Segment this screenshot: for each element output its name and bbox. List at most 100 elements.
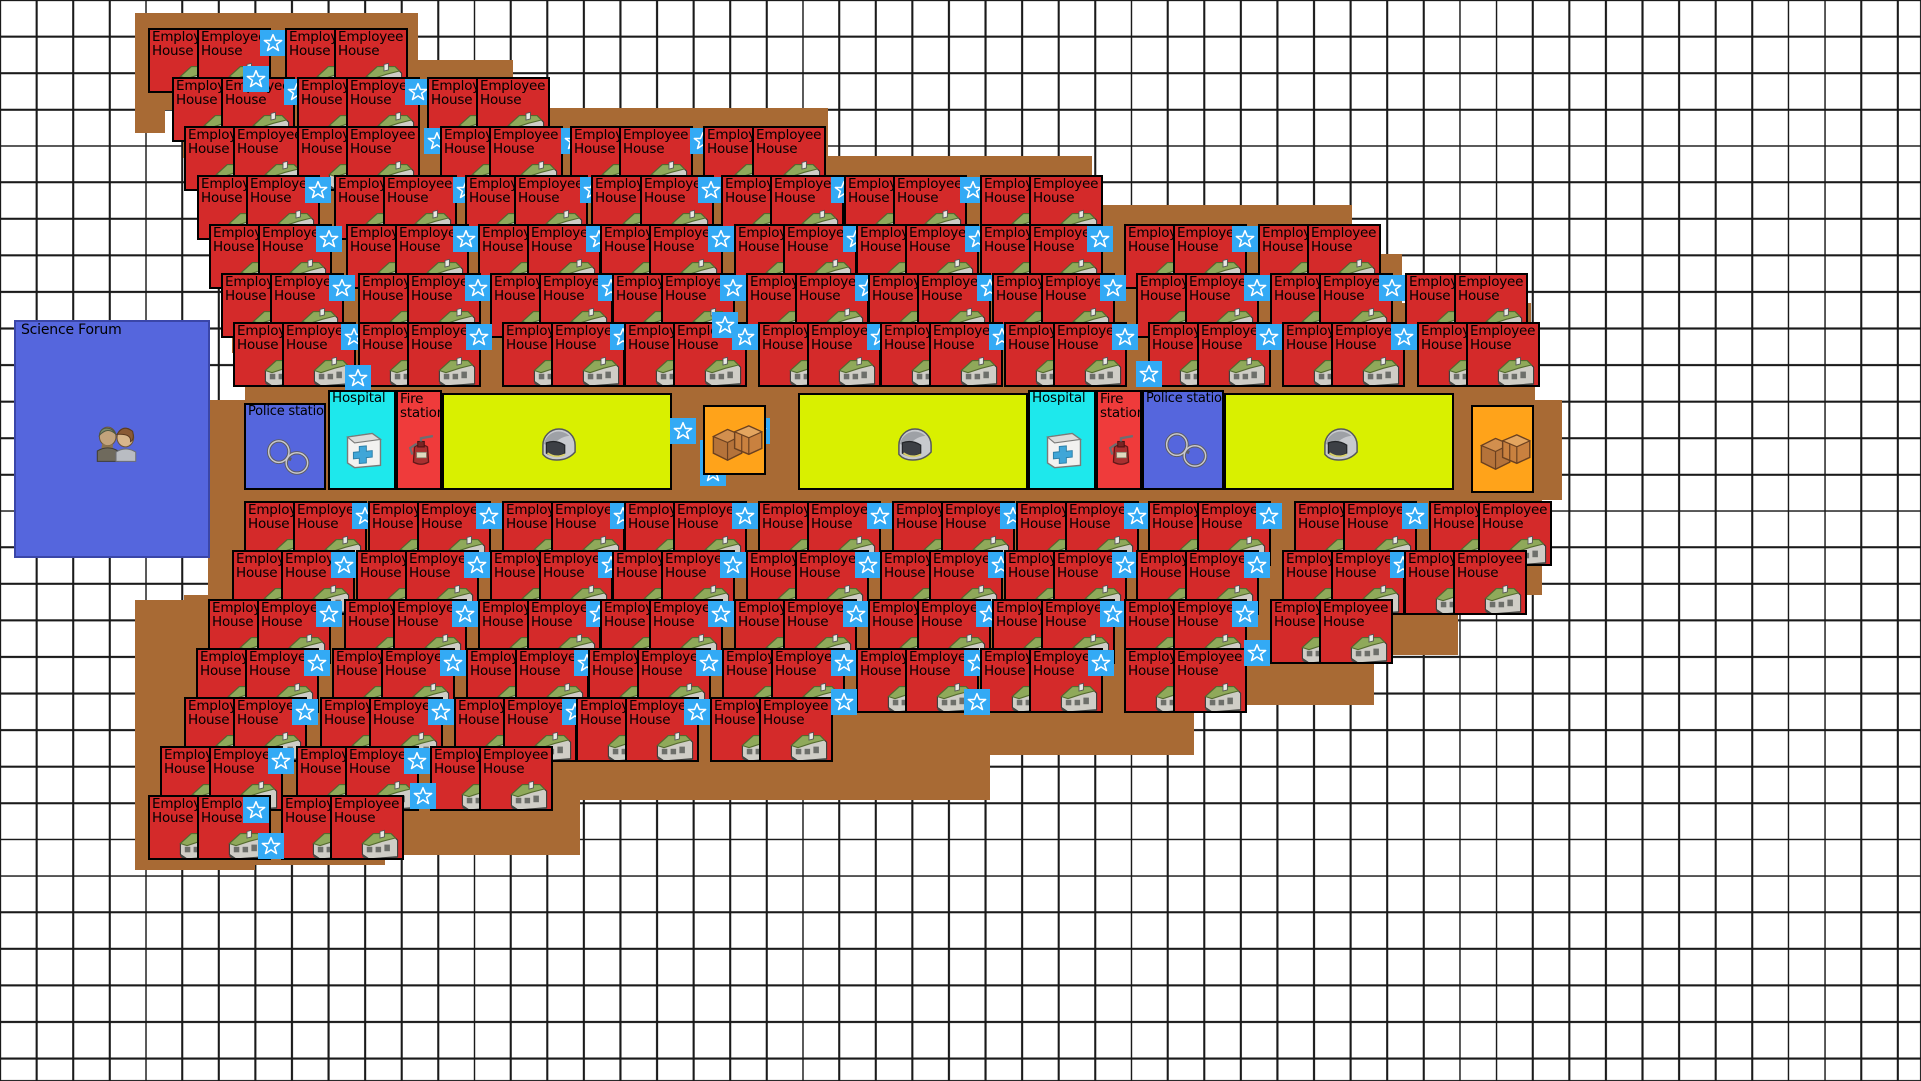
game-map[interactable]: Science Forum Employee House Employee Ho… — [0, 0, 1921, 1081]
star-badge[interactable] — [464, 552, 490, 578]
star-badge[interactable] — [708, 601, 734, 627]
star-badge[interactable] — [305, 177, 331, 203]
house-icon — [1081, 355, 1125, 385]
house-icon — [1201, 681, 1245, 711]
star-badge[interactable] — [329, 275, 355, 301]
star-icon — [846, 604, 866, 623]
star-badge[interactable] — [243, 797, 269, 823]
building-employee-house[interactable]: Employee House — [759, 697, 833, 762]
building-employee-house[interactable]: Employee House — [1453, 550, 1527, 615]
building-police-station[interactable]: Police station — [244, 403, 326, 490]
star-badge[interactable] — [316, 226, 342, 252]
star-badge[interactable] — [268, 748, 294, 774]
star-badge[interactable] — [1256, 503, 1282, 529]
star-badge[interactable] — [1100, 275, 1126, 301]
star-badge[interactable] — [1136, 361, 1162, 387]
star-badge[interactable] — [428, 699, 454, 725]
star-badge[interactable] — [1244, 640, 1270, 666]
star-icon — [246, 800, 266, 819]
building-science-forum[interactable]: Science Forum — [14, 320, 210, 558]
building-warehouse[interactable] — [703, 405, 766, 475]
star-badge[interactable] — [855, 552, 881, 578]
building-employee-house[interactable]: Employee House — [1173, 648, 1247, 713]
star-badge[interactable] — [466, 324, 492, 350]
building-label: Employee House — [1177, 649, 1243, 679]
star-badge[interactable] — [452, 601, 478, 627]
helmet-icon — [1318, 422, 1364, 469]
star-icon — [271, 751, 291, 770]
star-icon — [711, 229, 731, 248]
star-badge[interactable] — [1232, 601, 1258, 627]
star-badge[interactable] — [708, 226, 734, 252]
star-badge[interactable] — [1100, 601, 1126, 627]
star-icon — [1090, 229, 1110, 248]
star-badge[interactable] — [1244, 275, 1270, 301]
star-icon — [413, 786, 433, 805]
star-badge[interactable] — [1256, 324, 1282, 350]
building-fire-station[interactable]: Fire station — [396, 390, 442, 490]
star-badge[interactable] — [831, 650, 857, 676]
star-badge[interactable] — [720, 275, 746, 301]
building-road[interactable] — [1224, 393, 1454, 490]
star-icon — [687, 702, 707, 721]
building-label: Fire station — [400, 391, 442, 421]
star-badge[interactable] — [476, 503, 502, 529]
star-badge[interactable] — [404, 748, 430, 774]
star-badge[interactable] — [670, 418, 696, 444]
star-badge[interactable] — [258, 833, 284, 859]
star-badge[interactable] — [1232, 226, 1258, 252]
building-employee-house[interactable]: Employee House — [330, 795, 404, 860]
star-icon — [467, 555, 487, 574]
star-badge[interactable] — [316, 601, 342, 627]
star-badge[interactable] — [1112, 552, 1138, 578]
star-badge[interactable] — [712, 312, 738, 338]
house-icon — [835, 355, 879, 385]
star-badge[interactable] — [331, 552, 357, 578]
building-fire-station[interactable]: Fire station — [1096, 390, 1142, 490]
building-employee-house[interactable]: Employee House — [1466, 322, 1540, 387]
star-badge[interactable] — [465, 275, 491, 301]
star-badge[interactable] — [440, 650, 466, 676]
building-employee-house[interactable]: Employee House — [1319, 599, 1393, 664]
star-icon — [443, 653, 463, 672]
star-icon — [870, 506, 890, 525]
star-badge[interactable] — [1402, 503, 1428, 529]
building-hospital[interactable]: Hospital — [328, 390, 396, 490]
star-icon — [1091, 653, 1111, 672]
star-badge[interactable] — [831, 689, 857, 715]
star-badge[interactable] — [410, 783, 436, 809]
star-badge[interactable] — [1112, 324, 1138, 350]
star-badge[interactable] — [843, 601, 869, 627]
building-road[interactable] — [442, 393, 672, 490]
building-road[interactable] — [798, 393, 1028, 490]
house-icon — [1057, 681, 1101, 711]
star-icon — [1247, 643, 1267, 662]
star-badge[interactable] — [292, 699, 318, 725]
star-badge[interactable] — [1124, 503, 1150, 529]
star-badge[interactable] — [453, 226, 479, 252]
building-employee-house[interactable]: Employee House — [479, 746, 553, 811]
star-badge[interactable] — [1379, 275, 1405, 301]
star-badge[interactable] — [867, 503, 893, 529]
star-badge[interactable] — [1244, 552, 1270, 578]
star-badge[interactable] — [1391, 324, 1417, 350]
star-badge[interactable] — [304, 650, 330, 676]
star-icon — [735, 506, 755, 525]
star-badge[interactable] — [345, 365, 371, 391]
building-police-station[interactable]: Police station — [1142, 390, 1224, 490]
star-badge[interactable] — [1088, 650, 1114, 676]
star-badge[interactable] — [684, 699, 710, 725]
building-label: Employee House — [756, 127, 822, 157]
star-badge[interactable] — [720, 552, 746, 578]
star-badge[interactable] — [1087, 226, 1113, 252]
star-badge[interactable] — [243, 66, 269, 92]
star-badge[interactable] — [964, 689, 990, 715]
building-label: Hospital — [332, 390, 386, 406]
star-badge[interactable] — [696, 650, 722, 676]
star-icon — [431, 702, 451, 721]
star-badge[interactable] — [260, 30, 286, 56]
building-hospital[interactable]: Hospital — [1028, 390, 1096, 490]
building-warehouse[interactable] — [1471, 405, 1534, 493]
star-icon — [1382, 278, 1402, 297]
star-badge[interactable] — [732, 503, 758, 529]
